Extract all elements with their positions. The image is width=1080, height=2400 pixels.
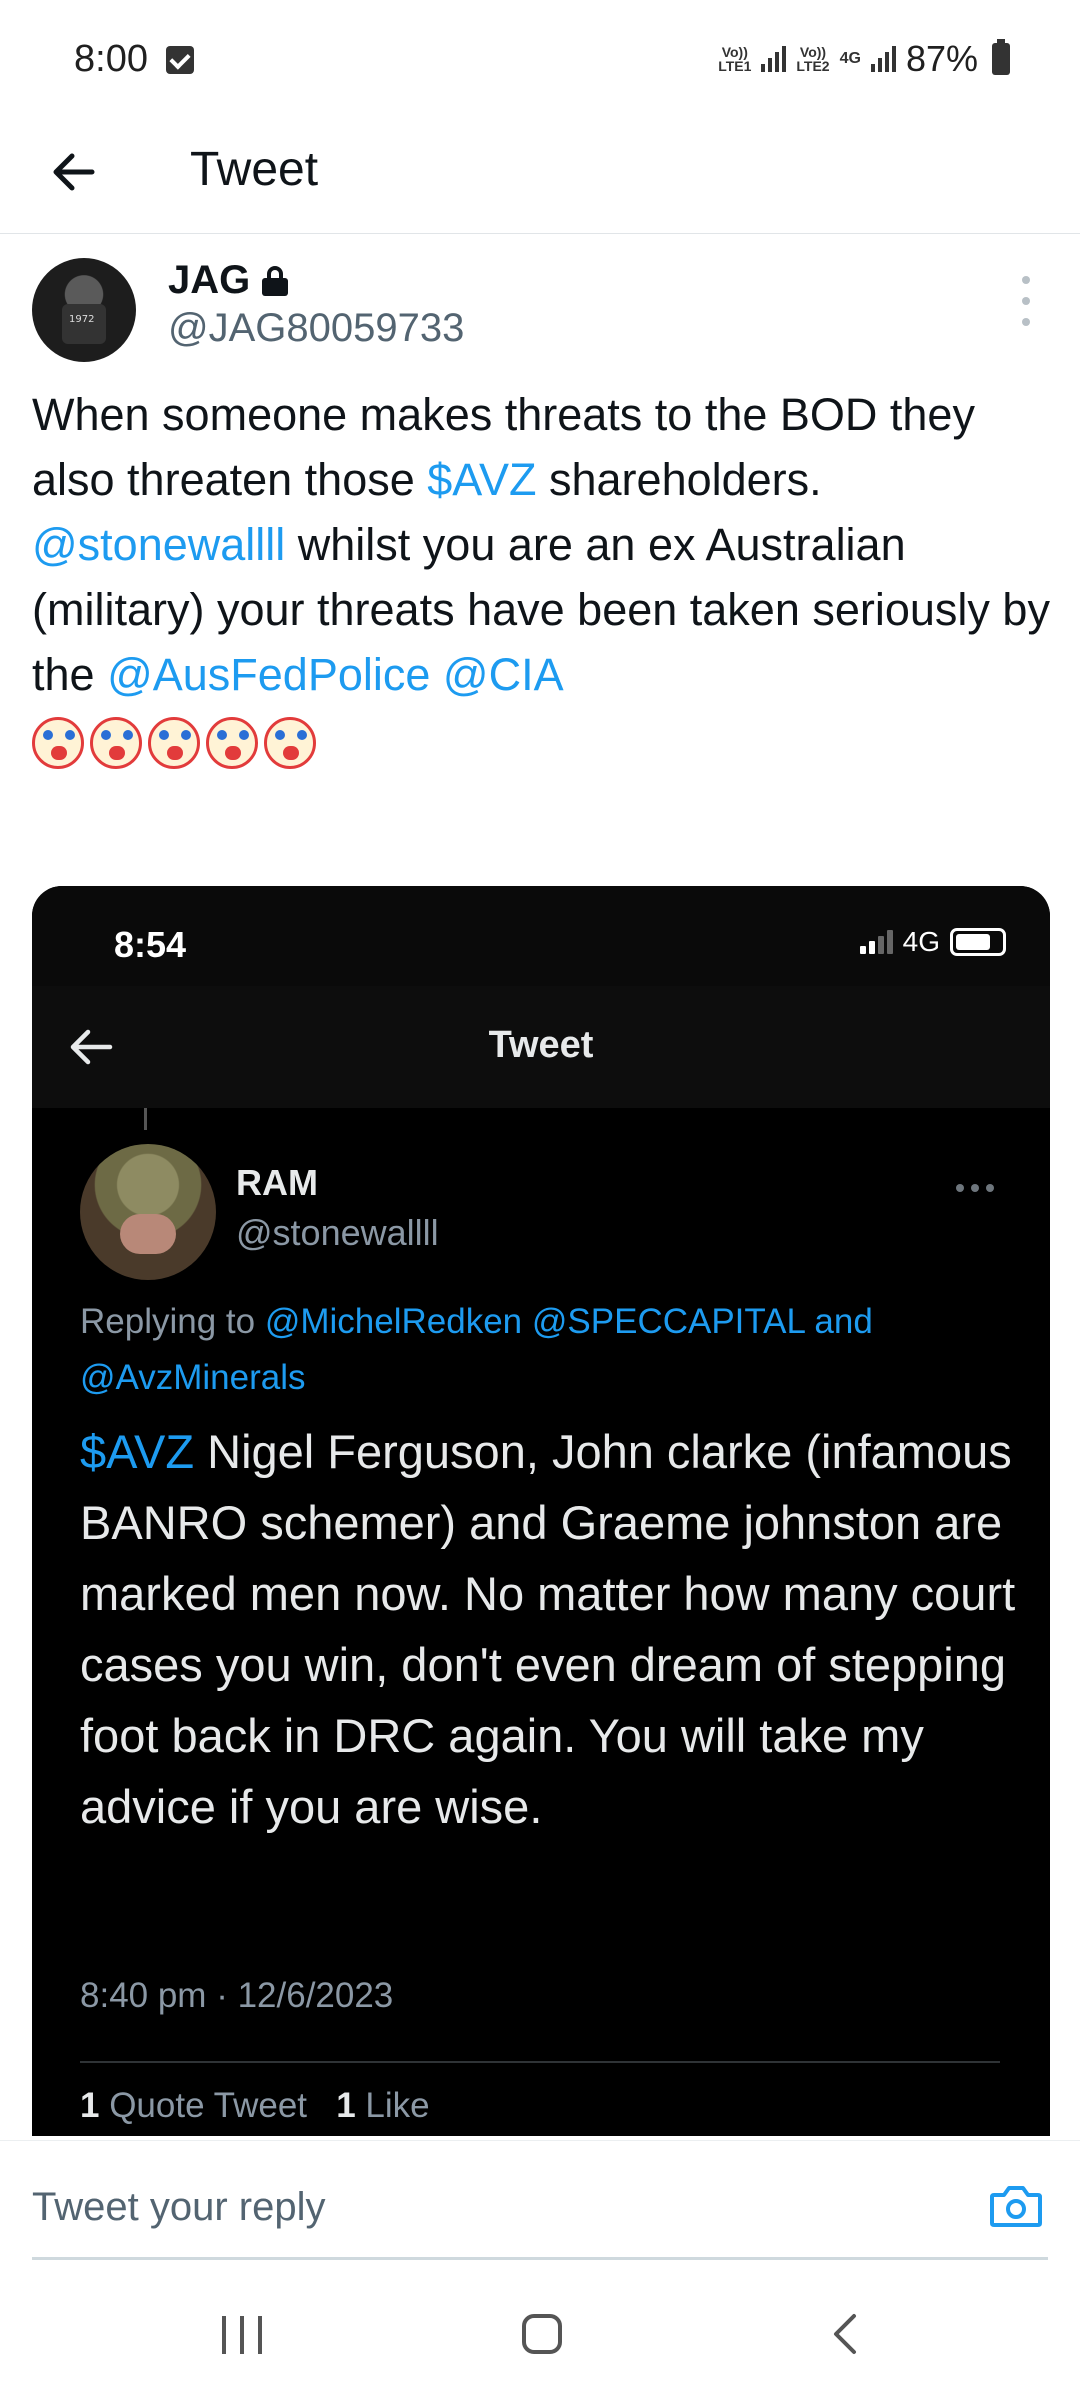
- divider: [80, 2061, 1000, 2063]
- embedded-avatar: [80, 1144, 216, 1280]
- sim1-label: Vo)) LTE1: [718, 44, 752, 74]
- clown-face-icon: [32, 717, 84, 770]
- recent-apps-icon[interactable]: [222, 2316, 262, 2354]
- author-name-text: JAG: [168, 258, 251, 302]
- thread-line: [144, 1108, 147, 1130]
- avatar-image: [62, 304, 106, 344]
- like-count: 1: [336, 2086, 356, 2125]
- author-handle[interactable]: @JAG80059733: [168, 306, 464, 351]
- clown-face-icon: [206, 717, 258, 770]
- reply-input[interactable]: Tweet your reply: [32, 2185, 325, 2230]
- reply-underline: [32, 2257, 1048, 2260]
- embedded-cashtag: $AVZ: [80, 1425, 195, 1478]
- sim2-label: Vo)) LTE2: [796, 44, 830, 74]
- embedded-tweet-text: $AVZ Nigel Ferguson, John clarke (infamo…: [80, 1416, 1020, 1842]
- quote-count: 1: [80, 2086, 100, 2125]
- author-name[interactable]: JAG: [168, 258, 289, 303]
- embedded-author-handle: @stonewallll: [236, 1212, 439, 1253]
- lock-icon: [262, 265, 289, 296]
- quote-label: Quote Tweet: [109, 2086, 308, 2125]
- camera-icon[interactable]: [988, 2181, 1044, 2231]
- tweet-text-part: shareholders.: [536, 454, 822, 505]
- signal-icon: [761, 46, 787, 72]
- embedded-title: Tweet: [488, 1024, 594, 1066]
- top-app-bar: Tweet: [0, 120, 1080, 234]
- clown-emoji-row: [32, 714, 322, 770]
- network-label: 4G: [839, 50, 861, 67]
- tweet-text: When someone makes threats to the BOD th…: [32, 382, 1052, 772]
- status-bar: 8:00 Vo)) LTE1 Vo)) LTE2 4G 87%: [0, 0, 1080, 120]
- avatar[interactable]: [32, 258, 136, 362]
- home-icon[interactable]: [522, 2314, 562, 2354]
- mention-link[interactable]: @CIA: [443, 649, 564, 700]
- embedded-mention: @SPECCAPITAL: [531, 1302, 805, 1341]
- reply-composer: Tweet your reply: [0, 2140, 1080, 2260]
- battery-icon: [950, 928, 1006, 956]
- clown-face-icon: [148, 717, 200, 770]
- cashtag-link[interactable]: $AVZ: [427, 454, 536, 505]
- page-title: Tweet: [190, 143, 319, 196]
- more-vertical-icon[interactable]: [1016, 276, 1036, 326]
- clown-face-icon: [90, 717, 142, 770]
- replying-to: Replying to @MichelRedken @SPECCAPITAL a…: [80, 1294, 1010, 1406]
- status-indicators: Vo)) LTE1 Vo)) LTE2 4G 87%: [718, 38, 1010, 80]
- embedded-mention: @MichelRedken: [264, 1302, 523, 1341]
- embedded-status-bar: 8:54 4G: [32, 886, 1050, 986]
- like-label: Like: [365, 2086, 430, 2125]
- mention-link[interactable]: @AusFedPolice: [107, 649, 430, 700]
- embedded-header: Tweet: [32, 986, 1050, 1108]
- signal-icon: [870, 46, 896, 72]
- embedded-mention: @AvzMinerals: [80, 1358, 306, 1397]
- embedded-status-time: 8:54: [114, 924, 187, 965]
- embedded-text-body: Nigel Ferguson, John clarke (infamous BA…: [80, 1425, 1016, 1833]
- embedded-network-label: 4G: [902, 926, 940, 957]
- embedded-stats: 1 Quote Tweet 1 Like: [80, 2086, 430, 2126]
- replying-prefix: Replying to: [80, 1302, 265, 1341]
- more-horizontal-icon: [956, 1184, 994, 1192]
- battery-icon: [992, 39, 1010, 75]
- replying-and: and: [804, 1302, 873, 1341]
- status-time: 8:00: [74, 38, 148, 80]
- battery-percent: 87%: [905, 38, 978, 79]
- embedded-timestamp: 8:40 pm · 12/6/2023: [80, 1976, 394, 2015]
- embedded-status-indicators: 4G: [859, 926, 1006, 958]
- notification-check-icon: [166, 46, 194, 74]
- system-nav-bar: [0, 2262, 1080, 2400]
- clown-face-icon: [264, 717, 316, 770]
- chevron-left-icon[interactable]: [826, 2312, 866, 2356]
- mention-link[interactable]: @stonewallll: [32, 519, 285, 570]
- signal-icon: [859, 930, 893, 954]
- tweet-media-image[interactable]: 8:54 4G Tweet RAM @stonewallll Replying …: [32, 886, 1050, 2136]
- arrow-left-icon[interactable]: [44, 142, 104, 202]
- embedded-author-name: RAM: [236, 1162, 318, 1203]
